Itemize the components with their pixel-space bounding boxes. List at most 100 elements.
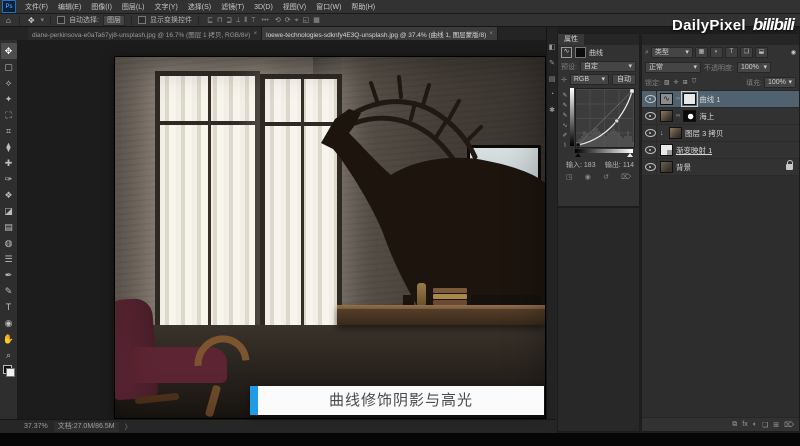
layer-row-background[interactable]: 背景 [642,159,799,176]
layers-footer-icon[interactable]: fx [742,421,747,428]
menu-item[interactable]: 帮助(H) [346,4,380,11]
quick-select-tool[interactable]: ✦ [1,91,17,107]
layer-mask-thumbnail[interactable] [683,93,696,105]
lock-icon[interactable]: ✛ [673,79,680,86]
layers-footer-icon[interactable]: ❏ [762,421,768,429]
lock-icon[interactable]: ▨ [663,79,671,86]
menu-item[interactable]: 选择(S) [183,4,216,11]
options-icon[interactable]: ⌖ [293,17,301,24]
menu-item[interactable]: 编辑(E) [53,4,86,11]
lock-icon[interactable]: ⛉ [691,79,698,86]
curve-side-icon[interactable]: ✎ [562,112,567,119]
frame-tool[interactable]: ⌗ [1,123,17,139]
filter-toggle-icon[interactable]: ◉ [791,49,796,56]
auto-button[interactable]: 自动 [612,74,636,85]
auto-select-dropdown[interactable]: 图层 [103,15,125,26]
properties-footer-icon[interactable]: ⌦ [621,173,631,181]
layer-thumbnail[interactable] [660,144,673,156]
layer-thumbnail[interactable] [660,110,673,122]
black-point-slider[interactable] [575,153,581,157]
status-chevron-icon[interactable]: 〉 [125,422,132,432]
options-icon[interactable]: ▦ [311,17,322,24]
align-icon[interactable]: ⊒ [224,17,234,24]
opacity-dropdown[interactable]: 100%▾ [737,62,771,73]
visibility-toggle[interactable] [645,142,657,158]
brush-tool[interactable]: ✑ [1,171,17,187]
layer-thumbnail[interactable] [669,127,682,139]
properties-footer-icon[interactable]: ↺ [603,173,609,181]
lasso-tool[interactable]: ⟡ [1,75,17,91]
crop-tool[interactable]: ⛶ [1,107,17,123]
curve-side-icon[interactable]: ⌇ [564,142,567,149]
auto-select-checkbox[interactable] [57,16,65,24]
visibility-toggle[interactable] [645,91,657,107]
more-options-icon[interactable]: ••• [262,17,269,24]
options-icon[interactable]: ◱ [301,17,312,24]
document-image[interactable] [115,57,545,418]
dock-icon-2[interactable]: ▤ [549,75,556,83]
curve-side-icon[interactable]: ✎ [562,102,567,109]
layers-footer-icon[interactable]: ◐ [753,421,757,428]
channel-dropdown[interactable]: RGB▾ [570,74,609,85]
menu-item[interactable]: 文字(Y) [149,4,182,11]
menu-item[interactable]: 3D(D) [249,4,278,11]
menu-item[interactable]: 视图(V) [278,4,311,11]
curve-side-icon[interactable]: ✐ [562,132,567,139]
dock-icon-0[interactable]: ◧ [549,43,556,51]
show-transform-checkbox[interactable] [138,16,146,24]
targeted-adjustment-icon[interactable]: ✛ [561,76,567,84]
layer-name[interactable]: 曲线 1 [699,94,720,105]
options-icon[interactable]: ⟲ [273,17,283,24]
marquee-tool[interactable]: ▢ [1,59,17,75]
zoom-tool[interactable]: ⌕ [1,347,17,363]
layer-filter-dropdown[interactable]: 类型▾ [651,47,693,58]
document-tab[interactable]: loewe-technologies-sdknfy4E3Q-unsplash.j… [262,27,498,40]
history-brush-tool[interactable]: ◪ [1,203,17,219]
layer-thumbnail[interactable]: ∿ [660,93,673,105]
menu-item[interactable]: 窗口(W) [311,4,346,11]
layer-filter-icon[interactable]: ▦ [695,47,708,58]
tab-properties[interactable]: 属性 [558,34,584,45]
dock-icon-3[interactable]: ◔ [550,91,554,98]
background-color[interactable] [6,368,15,377]
menu-item[interactable]: 滤镜(T) [216,4,249,11]
document-tab[interactable]: diane-perkinsova-e0aTa67yj8-unsplash.jpg… [28,27,262,40]
zoom-level[interactable]: 37.37% [24,423,48,430]
properties-footer-icon[interactable]: ◳ [566,173,573,181]
blend-mode-dropdown[interactable]: 正常▾ [645,62,701,73]
layer-row-image[interactable]: ↓图层 3 拷贝 [642,125,799,142]
chevron-down-icon[interactable]: ▾ [41,16,45,24]
layer-name[interactable]: 背景 [676,162,691,173]
dodge-tool[interactable]: ✒ [1,267,17,283]
mask-thumbnail-icon[interactable] [575,47,586,58]
layer-thumbnail[interactable] [660,161,673,173]
visibility-toggle[interactable] [645,159,657,175]
menu-item[interactable]: 图层(L) [117,4,150,11]
curve-graph[interactable] [575,88,635,148]
home-icon[interactable]: ⌂ [4,16,13,25]
fill-dropdown[interactable]: 100%▾ [764,77,796,88]
align-icon[interactable]: ⊓ [215,17,224,24]
hand-tool[interactable]: ✋ [1,331,17,347]
close-icon[interactable]: × [489,30,493,37]
layer-filter-icon[interactable]: ❏ [740,47,753,58]
layer-mask-thumbnail[interactable] [683,110,696,122]
layer-row-curves[interactable]: ∿∞曲线 1 [642,91,799,108]
layer-row-image[interactable]: ∞海上 [642,108,799,125]
preset-dropdown[interactable]: 自定▾ [580,61,636,72]
align-icon[interactable]: ⟙ [249,17,257,24]
properties-footer-icon[interactable]: ◉ [585,173,591,181]
layer-name[interactable]: 图层 3 拷贝 [685,128,723,139]
move-tool[interactable]: ✥ [1,43,17,59]
blur-tool[interactable]: ☰ [1,251,17,267]
menu-item[interactable]: 图像(I) [86,4,117,11]
layer-filter-icon[interactable]: ◐ [710,47,723,58]
input-sliders[interactable] [575,153,633,158]
curve-side-icon[interactable]: ✎ [562,92,567,99]
options-icon[interactable]: ⟳ [283,17,293,24]
layer-row-smart[interactable]: 渐变映射 1 [642,142,799,159]
move-tool-icon[interactable]: ✥ [26,16,37,25]
lock-icon[interactable]: ⊞ [682,79,689,86]
pen-tool[interactable]: ✎ [1,283,17,299]
visibility-toggle[interactable] [645,125,657,141]
